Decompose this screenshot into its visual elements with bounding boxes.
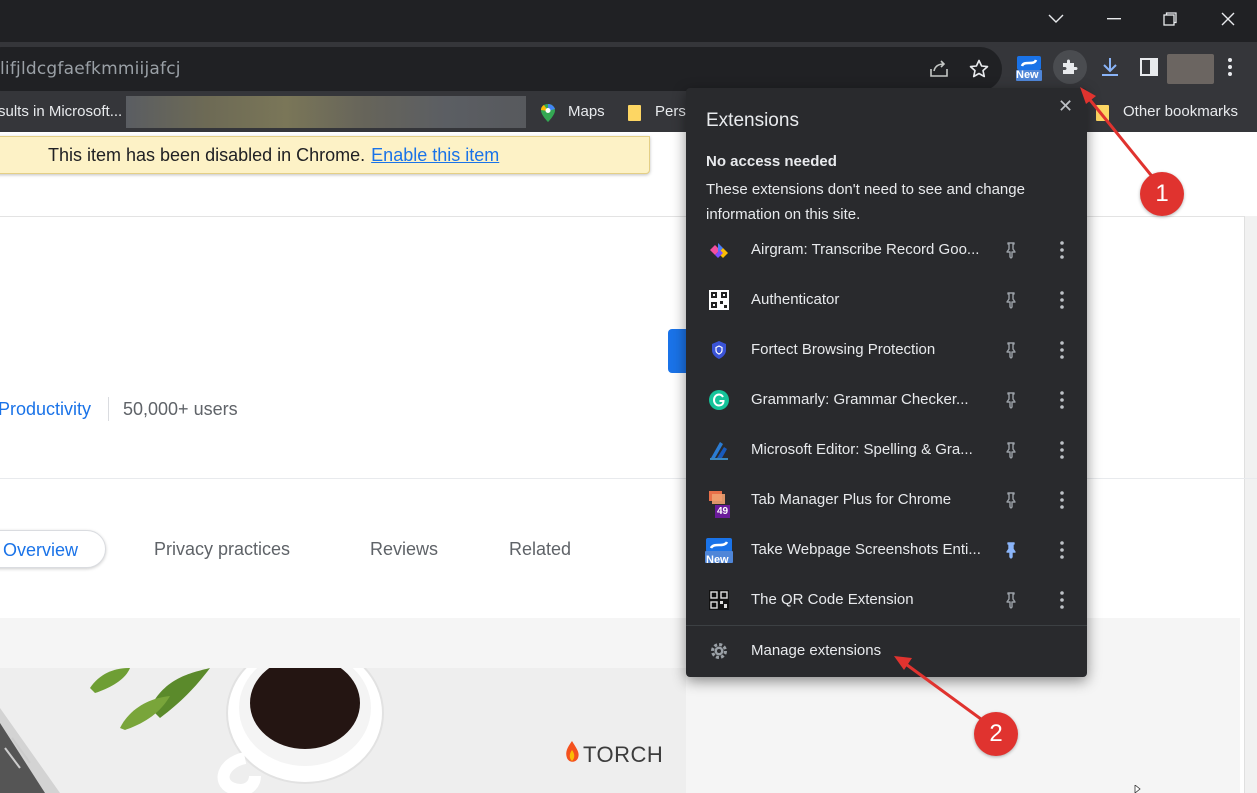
bookmark-star-icon[interactable] bbox=[962, 52, 996, 86]
close-popup-icon[interactable]: ✕ bbox=[1058, 96, 1073, 117]
popup-title: Extensions bbox=[706, 110, 799, 131]
address-bar-text[interactable]: lifjldcgfaefkmmiijafcj bbox=[0, 47, 181, 91]
extension-row-grammarly[interactable]: Grammarly: Grammar Checker... bbox=[686, 375, 1087, 425]
more-options-icon[interactable] bbox=[1052, 590, 1072, 610]
more-options-icon[interactable] bbox=[1052, 440, 1072, 460]
grammarly-icon bbox=[709, 390, 729, 410]
pin-icon[interactable] bbox=[1001, 240, 1021, 260]
microsoft-editor-icon bbox=[710, 442, 728, 460]
tab-search-chevron-icon[interactable] bbox=[1028, 0, 1084, 38]
address-bar[interactable]: lifjldcgfaefkmmiijafcj bbox=[0, 47, 1002, 91]
more-options-icon[interactable] bbox=[1052, 390, 1072, 410]
tab-count-badge: 49 bbox=[715, 505, 731, 518]
other-bookmarks-folder-icon bbox=[1096, 105, 1109, 121]
minimize-icon[interactable] bbox=[1086, 0, 1142, 38]
torch-logo-icon bbox=[566, 741, 579, 762]
browser-menu-icon[interactable] bbox=[1213, 50, 1247, 84]
cursor-icon bbox=[1134, 785, 1141, 793]
pin-icon[interactable] bbox=[1001, 290, 1021, 310]
gear-icon bbox=[711, 643, 727, 659]
manage-extensions-label: Manage extensions bbox=[751, 642, 882, 659]
torch-logo-text: TORCH bbox=[583, 742, 664, 767]
users-count: 50,000+ users bbox=[123, 399, 238, 419]
pin-icon[interactable] bbox=[1001, 340, 1021, 360]
extension-row-authenticator[interactable]: Authenticator bbox=[686, 275, 1087, 325]
browser-toolbar: lifjldcgfaefkmmiijafcj New bbox=[0, 42, 1257, 92]
annotation-badge-1: 1 bbox=[1140, 172, 1184, 216]
pin-icon[interactable] bbox=[1001, 590, 1021, 610]
extension-name: Authenticator bbox=[751, 291, 840, 308]
authenticator-icon bbox=[709, 290, 729, 310]
extension-name: Fortect Browsing Protection bbox=[751, 341, 936, 358]
extension-row-microsoft-editor[interactable]: Microsoft Editor: Spelling & Gra... bbox=[686, 425, 1087, 475]
infobar-message: This item has been disabled in Chrome. bbox=[48, 144, 366, 165]
more-options-icon[interactable] bbox=[1052, 290, 1072, 310]
qr-code-icon bbox=[709, 590, 729, 610]
tab-related[interactable]: Related bbox=[509, 530, 571, 568]
meta-divider bbox=[108, 397, 109, 421]
tab-privacy-practices[interactable]: Privacy practices bbox=[154, 530, 290, 568]
more-options-icon[interactable] bbox=[1052, 490, 1072, 510]
extension-row-qr-code[interactable]: The QR Code Extension bbox=[686, 575, 1087, 625]
bookmark-item-maps[interactable]: Maps bbox=[568, 92, 605, 132]
page-scrollbar[interactable] bbox=[1244, 216, 1257, 793]
fortect-shield-icon bbox=[712, 341, 726, 359]
downloads-icon[interactable] bbox=[1093, 50, 1127, 84]
no-access-heading: No access needed bbox=[706, 153, 837, 170]
close-window-icon[interactable] bbox=[1200, 0, 1256, 38]
share-icon[interactable] bbox=[922, 52, 956, 86]
bookmark-item-other[interactable]: Other bookmarks bbox=[1123, 92, 1238, 132]
pin-icon[interactable] bbox=[1001, 390, 1021, 410]
disabled-infobar: This item has been disabled in Chrome. E… bbox=[0, 136, 650, 174]
tab-reviews[interactable]: Reviews bbox=[370, 530, 438, 568]
extension-name: The QR Code Extension bbox=[751, 591, 914, 608]
annotation-badge-2: 2 bbox=[974, 712, 1018, 756]
folder-icon bbox=[628, 105, 641, 121]
more-options-icon[interactable] bbox=[1052, 340, 1072, 360]
manage-extensions-button[interactable]: Manage extensions bbox=[686, 626, 1087, 676]
side-panel-icon[interactable] bbox=[1132, 50, 1166, 84]
maps-icon bbox=[541, 104, 555, 122]
enable-item-link[interactable]: Enable this item bbox=[371, 145, 499, 166]
extensions-popup: Extensions ✕ No access needed These exte… bbox=[686, 88, 1087, 677]
extension-name: Take Webpage Screenshots Enti... bbox=[751, 541, 981, 558]
no-access-description: These extensions don't need to see and c… bbox=[706, 181, 1025, 223]
restore-icon[interactable] bbox=[1142, 0, 1198, 38]
new-badge: New bbox=[706, 554, 729, 566]
window-titlebar bbox=[0, 0, 1257, 42]
screenshot-extension-icon[interactable]: New bbox=[1012, 50, 1046, 84]
tab-overview[interactable]: Overview bbox=[0, 530, 106, 568]
extension-row-tab-manager[interactable]: 49 Tab Manager Plus for Chrome bbox=[686, 475, 1087, 525]
pinned-icon[interactable] bbox=[1001, 540, 1021, 560]
extension-row-airgram[interactable]: Airgram: Transcribe Record Goo... bbox=[686, 225, 1087, 275]
extension-name: Grammarly: Grammar Checker... bbox=[751, 391, 969, 408]
gallery-image[interactable]: TORCH bbox=[0, 668, 686, 793]
pin-icon[interactable] bbox=[1001, 440, 1021, 460]
more-options-icon[interactable] bbox=[1052, 540, 1072, 560]
extensions-puzzle-icon[interactable] bbox=[1053, 50, 1087, 84]
blurred-bookmarks bbox=[126, 96, 526, 128]
extension-name: Airgram: Transcribe Record Goo... bbox=[751, 241, 980, 258]
more-options-icon[interactable] bbox=[1052, 240, 1072, 260]
airgram-icon bbox=[710, 243, 728, 258]
extension-row-webpage-screenshots[interactable]: New Take Webpage Screenshots Enti... bbox=[686, 525, 1087, 575]
bookmark-item-microsoft[interactable]: sults in Microsoft... bbox=[0, 92, 122, 132]
extension-name: Tab Manager Plus for Chrome bbox=[751, 491, 952, 508]
pin-icon[interactable] bbox=[1001, 490, 1021, 510]
extension-name: Microsoft Editor: Spelling & Gra... bbox=[751, 441, 973, 458]
category-link[interactable]: Productivity bbox=[0, 397, 91, 421]
extension-row-fortect[interactable]: Fortect Browsing Protection bbox=[686, 325, 1087, 375]
profile-avatar[interactable] bbox=[1167, 54, 1214, 84]
new-badge: New bbox=[1016, 69, 1039, 81]
